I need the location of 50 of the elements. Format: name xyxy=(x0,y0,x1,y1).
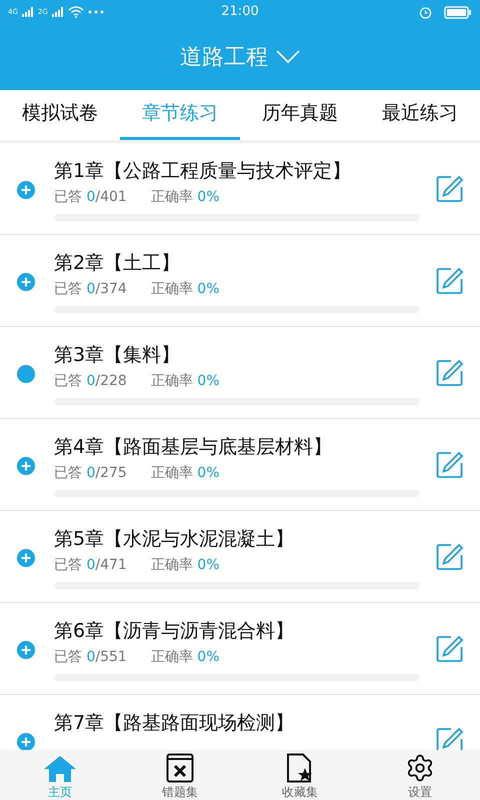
edit-icon[interactable] xyxy=(436,635,464,663)
answered-count: 已答 0/471 xyxy=(54,556,127,574)
alarm-icon xyxy=(419,6,432,18)
file-star-icon xyxy=(286,753,314,783)
expand-plus-icon[interactable] xyxy=(16,181,34,199)
answered-count: 已答 0/551 xyxy=(54,648,127,666)
chapter-title[interactable]: 第5章【水泥与水泥混凝土】 xyxy=(54,526,420,552)
expand-plus-icon[interactable] xyxy=(16,733,34,750)
chevron-down-icon xyxy=(276,50,300,64)
tab[interactable]: 最近练习 xyxy=(360,90,480,140)
expand-plus-icon[interactable] xyxy=(16,641,34,659)
chapter-title[interactable]: 第1章【公路工程质量与技术评定】 xyxy=(54,158,420,184)
accuracy-rate: 正确率 0% xyxy=(150,464,220,482)
edit-icon[interactable] xyxy=(436,451,464,479)
expand-plus-icon[interactable] xyxy=(16,549,34,567)
chapter-title[interactable]: 第3章【集料】 xyxy=(54,342,420,368)
answered-count: 已答 0/401 xyxy=(54,188,127,206)
accuracy-rate: 正确率 0% xyxy=(150,188,220,206)
settings-icon xyxy=(405,753,435,783)
accuracy-rate: 正确率 0% xyxy=(150,648,220,666)
edit-icon[interactable] xyxy=(436,727,464,750)
more-icon xyxy=(88,10,104,14)
accuracy-rate: 正确率 0% xyxy=(150,556,220,574)
expand-plus-icon[interactable] xyxy=(16,457,34,475)
answered-count: 已答 0/374 xyxy=(54,280,127,298)
wifi-icon xyxy=(68,6,84,18)
accuracy-rate: 正确率 0% xyxy=(150,280,220,298)
chapter-title[interactable]: 第7章【路基路面现场检测】 xyxy=(54,710,420,736)
signal-icon xyxy=(22,7,34,17)
edit-icon[interactable] xyxy=(436,543,464,571)
home-icon xyxy=(43,755,77,783)
clock-time: 21:00 xyxy=(221,3,259,22)
chapter-title[interactable]: 第4章【路面基层与底基层材料】 xyxy=(54,434,420,460)
answered-count: 已答 0/275 xyxy=(54,464,127,482)
nav-tab[interactable]: 收藏集 xyxy=(240,750,360,800)
answered-count: 已答 0/228 xyxy=(54,372,127,390)
tab[interactable]: 模拟试卷 xyxy=(0,90,120,140)
chapter-title[interactable]: 第2章【土工】 xyxy=(54,250,420,276)
tab[interactable]: 历年真题 xyxy=(240,90,360,140)
edit-icon[interactable] xyxy=(436,267,464,295)
book-x-icon xyxy=(166,753,194,783)
expand-plus-icon[interactable] xyxy=(16,273,34,291)
edit-icon[interactable] xyxy=(436,175,464,203)
edit-icon[interactable] xyxy=(436,359,464,387)
signal-icon xyxy=(52,7,64,17)
nav-tab[interactable]: 错题集 xyxy=(120,750,240,800)
battery-icon xyxy=(444,6,472,18)
chapter-title[interactable]: 第6章【沥青与沥青混合料】 xyxy=(54,618,420,644)
accuracy-rate: 正确率 0% xyxy=(150,372,220,390)
nav-tab[interactable]: 设置 xyxy=(360,750,480,800)
